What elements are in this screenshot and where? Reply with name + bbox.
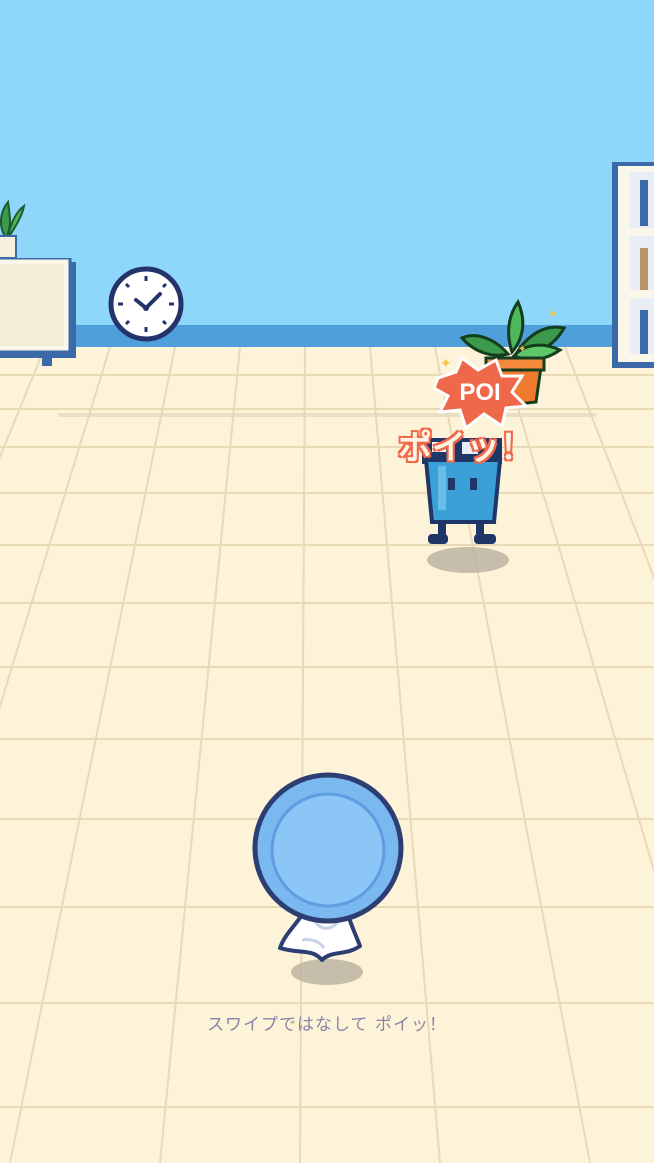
player-ghost-icon[interactable]	[250, 770, 406, 970]
left-cabinet	[0, 256, 80, 370]
tiled-floor	[0, 347, 654, 1163]
poi-speech-text: ポイッ！	[397, 427, 535, 469]
game-stage[interactable]: ✦ ✦ POI ✦ ポイッ！ スワイプではなして ポイッ！	[0, 0, 654, 1163]
swipe-hint-text: スワイプではなして ポイッ！	[207, 1015, 447, 1035]
wall-clock-icon	[108, 266, 184, 342]
right-bookshelf	[612, 162, 654, 368]
poi-burst-label: POI	[459, 379, 500, 406]
svg-text:✦: ✦	[548, 307, 558, 321]
svg-text:✦: ✦	[440, 356, 452, 372]
left-plant-icon	[0, 196, 30, 262]
